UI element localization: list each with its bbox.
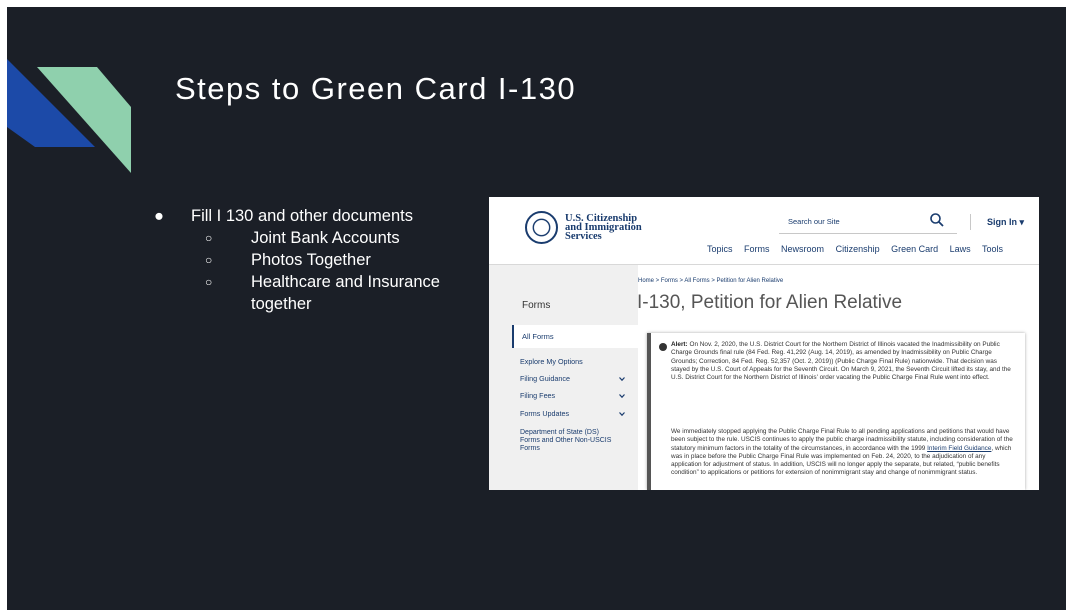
agency-name[interactable]: U.S. Citizenship and Immigration Service… (565, 213, 642, 242)
nav-newsroom[interactable]: Newsroom (781, 244, 824, 254)
info-icon (659, 343, 667, 351)
slide-title: Steps to Green Card I-130 (175, 71, 577, 106)
sub-item-text: Joint Bank Accounts (251, 229, 400, 247)
bullet-dot: ● (154, 207, 164, 225)
sidebar-item-filing-fees[interactable]: Filing Fees (520, 391, 555, 400)
alert-paragraph: We immediately stopped applying the Publ… (671, 428, 1013, 477)
chevron-down-icon[interactable] (619, 411, 625, 417)
breadcrumb[interactable]: Home > Forms > All Forms > Petition for … (638, 278, 783, 284)
nav-green-card[interactable]: Green Card (891, 244, 938, 254)
nav-tools[interactable]: Tools (982, 244, 1003, 254)
main-nav: Topics Forms Newsroom Citizenship Green … (707, 244, 1012, 254)
sidebar-heading: Forms (522, 300, 551, 311)
nav-topics[interactable]: Topics (707, 244, 733, 254)
alert-box: Alert: On Nov. 2, 2020, the U.S. Distric… (647, 333, 1025, 490)
sidebar-item-all-forms[interactable]: All Forms (512, 325, 638, 348)
sub-item: ○ Joint Bank Accounts (154, 227, 501, 249)
sidebar-item-explore-options[interactable]: Explore My Options (520, 357, 583, 366)
nav-forms[interactable]: Forms (744, 244, 770, 254)
header-divider (970, 214, 971, 230)
bullet-list: ● Fill I 130 and other documents ○ Joint… (154, 205, 501, 315)
chevron-down-icon[interactable] (619, 393, 625, 399)
interim-field-guidance-link[interactable]: Interim Field Guidance (927, 445, 991, 452)
sub-item-text: Healthcare and Insurance together (251, 273, 440, 313)
sign-in-button[interactable]: Sign In ▾ (987, 217, 1024, 228)
sidebar-item-filing-guidance[interactable]: Filing Guidance (520, 374, 570, 383)
sub-item-text: Photos Together (251, 251, 371, 269)
sub-bullet-ring: ○ (205, 253, 213, 267)
bullet-text: Fill I 130 and other documents (191, 207, 413, 225)
corner-decoration (7, 59, 131, 173)
search-underline (779, 233, 957, 234)
sub-bullet-ring: ○ (205, 275, 213, 289)
sub-bullet-ring: ○ (205, 231, 213, 245)
site-header: U.S. Citizenship and Immigration Service… (489, 197, 1039, 265)
sidebar-item-ds-forms[interactable]: Department of State (DS) Forms and Other… (520, 429, 620, 453)
nav-citizenship[interactable]: Citizenship (836, 244, 880, 254)
uscis-screenshot: U.S. Citizenship and Immigration Service… (489, 197, 1039, 490)
sub-item: ○ Photos Together (154, 249, 501, 271)
alert-paragraph: Alert: On Nov. 2, 2020, the U.S. Distric… (671, 341, 1011, 382)
slide: Steps to Green Card I-130 ● Fill I 130 a… (7, 7, 1066, 610)
search-icon[interactable] (929, 212, 945, 228)
nav-laws[interactable]: Laws (950, 244, 971, 254)
sidebar-item-forms-updates[interactable]: Forms Updates (520, 409, 569, 418)
bullet-item: ● Fill I 130 and other documents (154, 205, 431, 227)
sub-item: ○ Healthcare and Insurance together (154, 271, 501, 315)
search-input[interactable]: Search our Site (788, 217, 840, 226)
dhs-seal-logo[interactable] (525, 211, 558, 244)
chevron-down-icon[interactable] (619, 376, 625, 382)
page-title: I-130, Petition for Alien Relative (637, 292, 903, 313)
